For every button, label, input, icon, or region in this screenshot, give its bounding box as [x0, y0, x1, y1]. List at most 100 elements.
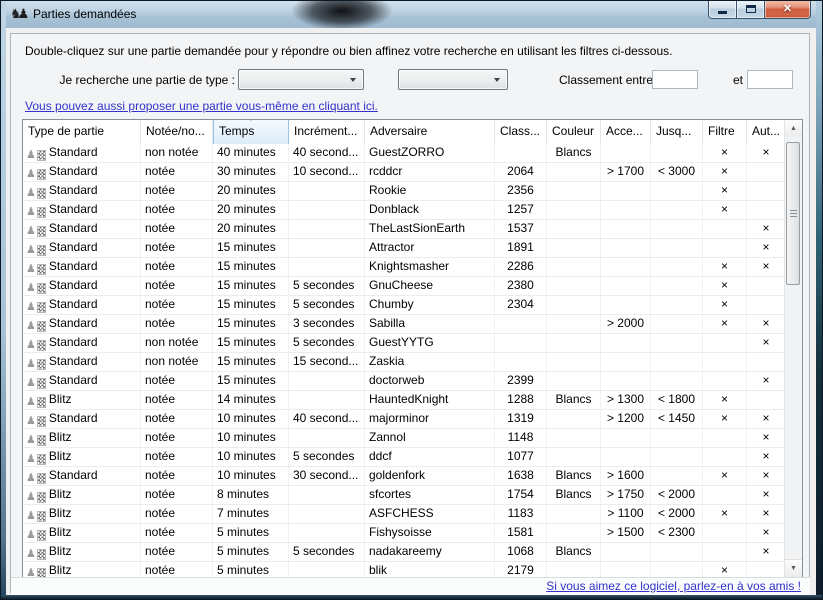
cell-increment [289, 220, 365, 238]
share-link[interactable]: Si vous aimez ce logiciel, parlez-en à v… [546, 579, 801, 593]
table-row[interactable]: ♟Standardnotée15 minutesAttractor1891× [23, 239, 785, 258]
cell-time: 20 minutes [213, 182, 289, 200]
column-header-acce[interactable]: Acce... [601, 120, 651, 144]
cell-rating: 2356 [495, 182, 547, 200]
cell-rated: non notée [141, 334, 213, 352]
table-row[interactable]: ♟Standardnotée15 minutes5 secondesChumby… [23, 296, 785, 315]
cell-below [651, 467, 703, 485]
cell-auto [747, 296, 785, 314]
table-row[interactable]: ♟Standardnotée10 minutes40 second...majo… [23, 410, 785, 429]
cell-rated: notée [141, 182, 213, 200]
table-row[interactable]: ♟Blitznotée8 minutessfcortes1754Blancs> … [23, 486, 785, 505]
rating-range-label: Classement entre [559, 73, 653, 87]
column-header-temps[interactable]: Temps▼ [213, 120, 289, 144]
table-row[interactable]: ♟Standardnotée15 minutesKnightsmasher228… [23, 258, 785, 277]
scrollbar-thumb[interactable] [786, 142, 800, 285]
window-title: Parties demandées [33, 7, 136, 21]
column-header-adversaire[interactable]: Adversaire [365, 120, 495, 144]
cell-rated: notée [141, 524, 213, 542]
column-header-filtre[interactable]: Filtre [703, 120, 747, 144]
chess-piece-icon: ♟ [26, 473, 46, 484]
cell-above: > 1500 [601, 524, 651, 542]
table-row[interactable]: ♟Blitznotée5 minutes5 secondesnadakareem… [23, 543, 785, 562]
cell-type: ♟Standard [23, 182, 141, 200]
cell-below: < 2000 [651, 505, 703, 523]
cell-opponent: ASFCHESS [365, 505, 495, 523]
column-header-class[interactable]: Class... [495, 120, 547, 144]
table-row[interactable]: ♟Standardnotée20 minutesDonblack1257× [23, 201, 785, 220]
cell-auto: × [747, 239, 785, 257]
table-row[interactable]: ♟Blitznotée10 minutesZannol1148× [23, 429, 785, 448]
scroll-up-button[interactable]: ▲ [785, 120, 802, 137]
propose-game-link[interactable]: Vous pouvez aussi proposer une partie vo… [25, 99, 378, 113]
cell-auto: × [747, 467, 785, 485]
scroll-down-button[interactable]: ▼ [785, 559, 802, 577]
table-row[interactable]: ♟Standardnotée10 minutes30 second...gold… [23, 467, 785, 486]
title-bar[interactable]: ♞♟ Parties demandées ✕ [0, 0, 823, 28]
cell-opponent: Knightsmasher [365, 258, 495, 276]
cell-opponent: GnuCheese [365, 277, 495, 295]
cell-type: ♟Standard [23, 144, 141, 162]
rating-max-input[interactable] [747, 70, 793, 89]
cell-auto: × [747, 543, 785, 561]
cell-color [547, 201, 601, 219]
cell-opponent: GuestYYTG [365, 334, 495, 352]
cell-type: ♟Standard [23, 467, 141, 485]
cell-color [547, 182, 601, 200]
minimize-icon [718, 11, 727, 14]
table-row[interactable]: ♟Standardnotée30 minutes10 second...rcdd… [23, 163, 785, 182]
table-row[interactable]: ♟Standardnotée20 minutesRookie2356× [23, 182, 785, 201]
chevron-down-icon [350, 78, 356, 85]
cell-rated: notée [141, 201, 213, 219]
table-row[interactable]: ♟Blitznotée10 minutes5 secondesddcf1077× [23, 448, 785, 467]
rating-min-input[interactable] [652, 70, 698, 89]
table-row[interactable]: ♟Blitznotée5 minutesFishysoisse1581> 150… [23, 524, 785, 543]
column-header-couleur[interactable]: Couleur [547, 120, 601, 144]
cell-type: ♟Blitz [23, 524, 141, 542]
cell-rating: 1257 [495, 201, 547, 219]
scroll-down-icon: ▼ [790, 565, 797, 572]
column-header-jusq[interactable]: Jusq... [651, 120, 703, 144]
table-row[interactable]: ♟Blitznotée5 minutesblik2179× [23, 562, 785, 578]
cell-above [601, 220, 651, 238]
column-header-type-de-partie[interactable]: Type de partie [23, 120, 141, 144]
maximize-button[interactable] [737, 0, 764, 19]
table-row[interactable]: ♟Standardnotée15 minutesdoctorweb2399× [23, 372, 785, 391]
cell-filter [703, 334, 747, 352]
chess-piece-icon: ♟ [26, 283, 46, 294]
cell-opponent: Sabilla [365, 315, 495, 333]
table-row[interactable]: ♟Blitznotée14 minutesHauntedKnight1288Bl… [23, 391, 785, 410]
close-button[interactable]: ✕ [764, 0, 811, 19]
cell-below [651, 220, 703, 238]
cell-opponent: blik [365, 562, 495, 578]
table-row[interactable]: ♟Blitznotée7 minutesASFCHESS1183> 1100< … [23, 505, 785, 524]
table-row[interactable]: ♟Standardnon notée40 minutes40 second...… [23, 144, 785, 163]
game-type-dropdown[interactable] [238, 69, 364, 90]
table-row[interactable]: ♟Standardnon notée15 minutes5 secondesGu… [23, 334, 785, 353]
table-row[interactable]: ♟Standardnotée15 minutes5 secondesGnuChe… [23, 277, 785, 296]
chess-piece-icon: ♟ [26, 397, 46, 408]
cell-below: < 3000 [651, 163, 703, 181]
cell-color [547, 296, 601, 314]
chess-piece-icon: ♟ [26, 549, 46, 560]
column-header-incr-ment[interactable]: Incrément... [289, 120, 365, 144]
column-header-aut[interactable]: Aut... [747, 120, 785, 144]
cell-type: ♟Standard [23, 163, 141, 181]
table-row[interactable]: ♟Standardnotée15 minutes3 secondesSabill… [23, 315, 785, 334]
cell-rating: 1581 [495, 524, 547, 542]
cell-below [651, 277, 703, 295]
cell-rated: notée [141, 486, 213, 504]
cell-above [601, 562, 651, 578]
game-category-dropdown[interactable] [398, 69, 508, 90]
cell-opponent: Rookie [365, 182, 495, 200]
minimize-button[interactable] [708, 0, 737, 19]
table-row[interactable]: ♟Standardnon notée15 minutes15 second...… [23, 353, 785, 372]
cell-color [547, 524, 601, 542]
vertical-scrollbar[interactable]: ▲ ▼ [784, 120, 802, 577]
table-row[interactable]: ♟Standardnotée20 minutesTheLastSionEarth… [23, 220, 785, 239]
column-header-not-e-no[interactable]: Notée/no... [141, 120, 213, 144]
cell-rated: notée [141, 562, 213, 578]
cell-auto: × [747, 448, 785, 466]
window-right-border [816, 0, 823, 600]
column-header-label: Aut... [752, 124, 780, 138]
